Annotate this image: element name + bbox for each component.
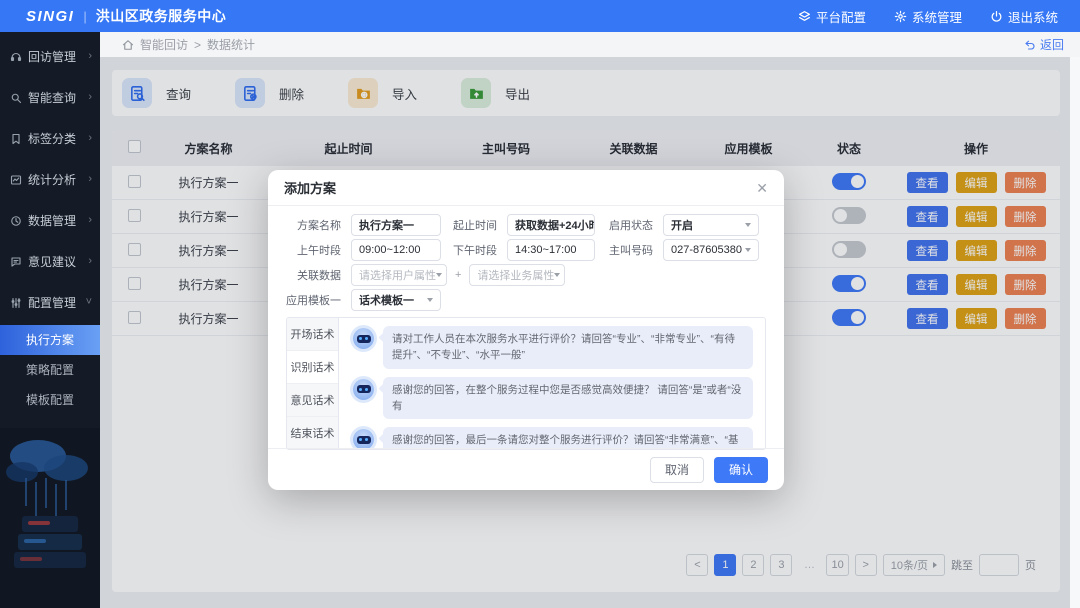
- caret-down-icon: [427, 298, 433, 302]
- confirm-button[interactable]: 确认: [714, 457, 768, 483]
- modal-body: 方案名称 执行方案一 起止时间 获取数据+24小时 启用状态 开启 上午时段 0…: [268, 206, 784, 450]
- chart-icon: [10, 174, 28, 186]
- headset-icon: [10, 51, 28, 63]
- plan-name-label: 方案名称: [286, 217, 341, 233]
- afternoon-input[interactable]: 14:30~17:00: [507, 239, 595, 261]
- afternoon-label: 下午时段: [451, 242, 497, 258]
- search-icon: [10, 92, 28, 104]
- message-bubble: 感谢您的回答，在整个服务过程中您是否感觉高效便捷？ 请回答“是”或者“没有: [383, 377, 753, 420]
- bot-message: 请对工作人员在本次服务水平进行评价？请回答“专业”、“非常专业”、“有待提升”、…: [351, 326, 753, 369]
- navbar-item[interactable]: 退出系统: [990, 7, 1058, 26]
- sidebar-item[interactable]: 回访管理›: [0, 36, 100, 77]
- caret-down-icon: [554, 273, 560, 277]
- modal-footer: 取消 确认: [268, 448, 784, 490]
- time-range-select[interactable]: 获取数据+24小时: [507, 214, 595, 236]
- breadcrumb-separator: >: [194, 38, 201, 52]
- breadcrumb-current: 数据统计: [207, 36, 255, 53]
- chevron-icon: ›: [88, 92, 92, 103]
- script-tab[interactable]: 意见话术: [287, 384, 338, 417]
- enable-status-select[interactable]: 开启: [663, 214, 759, 236]
- sidebar-item[interactable]: 配置管理˅: [0, 282, 100, 323]
- add-plan-modal: 添加方案 ✕ 方案名称 执行方案一 起止时间 获取数据+24小时 启用状态 开启…: [268, 170, 784, 490]
- business-attribute-select[interactable]: 请选择业务属性: [469, 264, 565, 286]
- close-icon[interactable]: ✕: [756, 181, 768, 195]
- plus-sign: +: [455, 269, 461, 281]
- caret-down-icon: [745, 248, 751, 252]
- top-navbar: SINGI | 洪山区政务服务中心 平台配置 系统管理 退出系统: [0, 0, 1080, 32]
- sidebar-item[interactable]: 标签分类›: [0, 118, 100, 159]
- breadcrumb: 智能回访 > 数据统计: [122, 36, 255, 53]
- robot-avatar-icon: [353, 328, 374, 349]
- navbar-item[interactable]: 平台配置: [798, 7, 866, 26]
- related-data-group: 请选择用户属性 + 请选择业务属性: [351, 264, 759, 286]
- script-tab[interactable]: 识别话术: [287, 351, 338, 384]
- script-panel: 开场话术识别话术意见话术结束话术 请对工作人员在本次服务水平进行评价？请回答“专…: [286, 317, 766, 450]
- breadcrumb-bar: 智能回访 > 数据统计 返回: [100, 32, 1080, 57]
- sidebar-item[interactable]: 意见建议›: [0, 241, 100, 282]
- back-label: 返回: [1040, 36, 1064, 53]
- sidebar-illustration: [0, 428, 100, 608]
- chevron-icon: ›: [88, 256, 92, 267]
- enable-status-label: 启用状态: [605, 217, 653, 233]
- script-tabs: 开场话术识别话术意见话术结束话术: [287, 318, 339, 449]
- navbar-actions: 平台配置 系统管理 退出系统: [798, 7, 1058, 26]
- morning-input[interactable]: 09:00~12:00: [351, 239, 441, 261]
- scrollbar-track[interactable]: [1070, 57, 1080, 608]
- navbar-item[interactable]: 系统管理: [894, 7, 962, 26]
- chevron-icon: ›: [88, 174, 92, 185]
- template-select[interactable]: 话术模板一: [351, 289, 441, 311]
- back-icon: [1024, 39, 1036, 51]
- chevron-icon: ›: [88, 133, 92, 144]
- sliders-icon: [10, 297, 28, 309]
- brand-logo: SINGI: [26, 8, 74, 25]
- bot-message: 感谢您的回答，最后一条请您对整个服务进行评价？请回答“非常满意”、“基本满意”、…: [351, 427, 753, 450]
- script-tab[interactable]: 开场话术: [287, 318, 338, 351]
- sidebar-item[interactable]: 数据管理›: [0, 200, 100, 241]
- logo-separator: |: [83, 9, 86, 24]
- sidebar-subitem[interactable]: 模板配置: [0, 385, 100, 415]
- sidebar-menu: 回访管理›智能查询›标签分类›统计分析›数据管理›意见建议›配置管理˅: [0, 32, 100, 323]
- template-label: 应用模板一: [286, 292, 341, 308]
- modal-title: 添加方案: [284, 178, 336, 197]
- modal-header: 添加方案 ✕: [268, 170, 784, 206]
- morning-label: 上午时段: [286, 242, 341, 258]
- robot-avatar-icon: [353, 379, 374, 400]
- bot-message: 感谢您的回答，在整个服务过程中您是否感觉高效便捷？ 请回答“是”或者“没有: [351, 377, 753, 420]
- chevron-icon: ˅: [86, 297, 92, 308]
- back-button[interactable]: 返回: [1024, 36, 1064, 53]
- cancel-button[interactable]: 取消: [650, 457, 704, 483]
- script-messages: 请对工作人员在本次服务水平进行评价？请回答“专业”、“非常专业”、“有待提升”、…: [339, 318, 765, 449]
- caret-down-icon: [436, 273, 442, 277]
- sidebar: 回访管理›智能查询›标签分类›统计分析›数据管理›意见建议›配置管理˅ 执行方案…: [0, 32, 100, 608]
- chevron-icon: ›: [88, 51, 92, 62]
- comment-icon: [10, 256, 28, 268]
- home-icon: [122, 39, 134, 51]
- app-title: 洪山区政务服务中心: [96, 6, 227, 26]
- gear-icon: [894, 10, 907, 23]
- time-range-label: 起止时间: [451, 217, 497, 233]
- robot-avatar-icon: [353, 429, 374, 450]
- clock-icon: [10, 215, 28, 227]
- script-tab[interactable]: 结束话术: [287, 417, 338, 450]
- sidebar-item[interactable]: 统计分析›: [0, 159, 100, 200]
- plan-form: 方案名称 执行方案一 起止时间 获取数据+24小时 启用状态 开启 上午时段 0…: [286, 214, 766, 311]
- sidebar-subitem[interactable]: 执行方案: [0, 325, 100, 355]
- power-icon: [990, 10, 1003, 23]
- bookmark-icon: [10, 133, 28, 145]
- caller-label: 主叫号码: [605, 242, 653, 258]
- breadcrumb-root[interactable]: 智能回访: [140, 36, 188, 53]
- user-attribute-select[interactable]: 请选择用户属性: [351, 264, 447, 286]
- layers-icon: [798, 10, 811, 23]
- sidebar-submenu: 执行方案策略配置模板配置: [0, 325, 100, 415]
- chevron-icon: ›: [88, 215, 92, 226]
- sidebar-subitem[interactable]: 策略配置: [0, 355, 100, 385]
- related-data-label: 关联数据: [286, 267, 341, 283]
- caller-select[interactable]: 027-87605380: [663, 239, 759, 261]
- sidebar-item[interactable]: 智能查询›: [0, 77, 100, 118]
- caret-down-icon: [745, 223, 751, 227]
- message-bubble: 感谢您的回答，最后一条请您对整个服务进行评价？请回答“非常满意”、“基本满意”、…: [383, 427, 753, 450]
- plan-name-input[interactable]: 执行方案一: [351, 214, 441, 236]
- message-bubble: 请对工作人员在本次服务水平进行评价？请回答“专业”、“非常专业”、“有待提升”、…: [383, 326, 753, 369]
